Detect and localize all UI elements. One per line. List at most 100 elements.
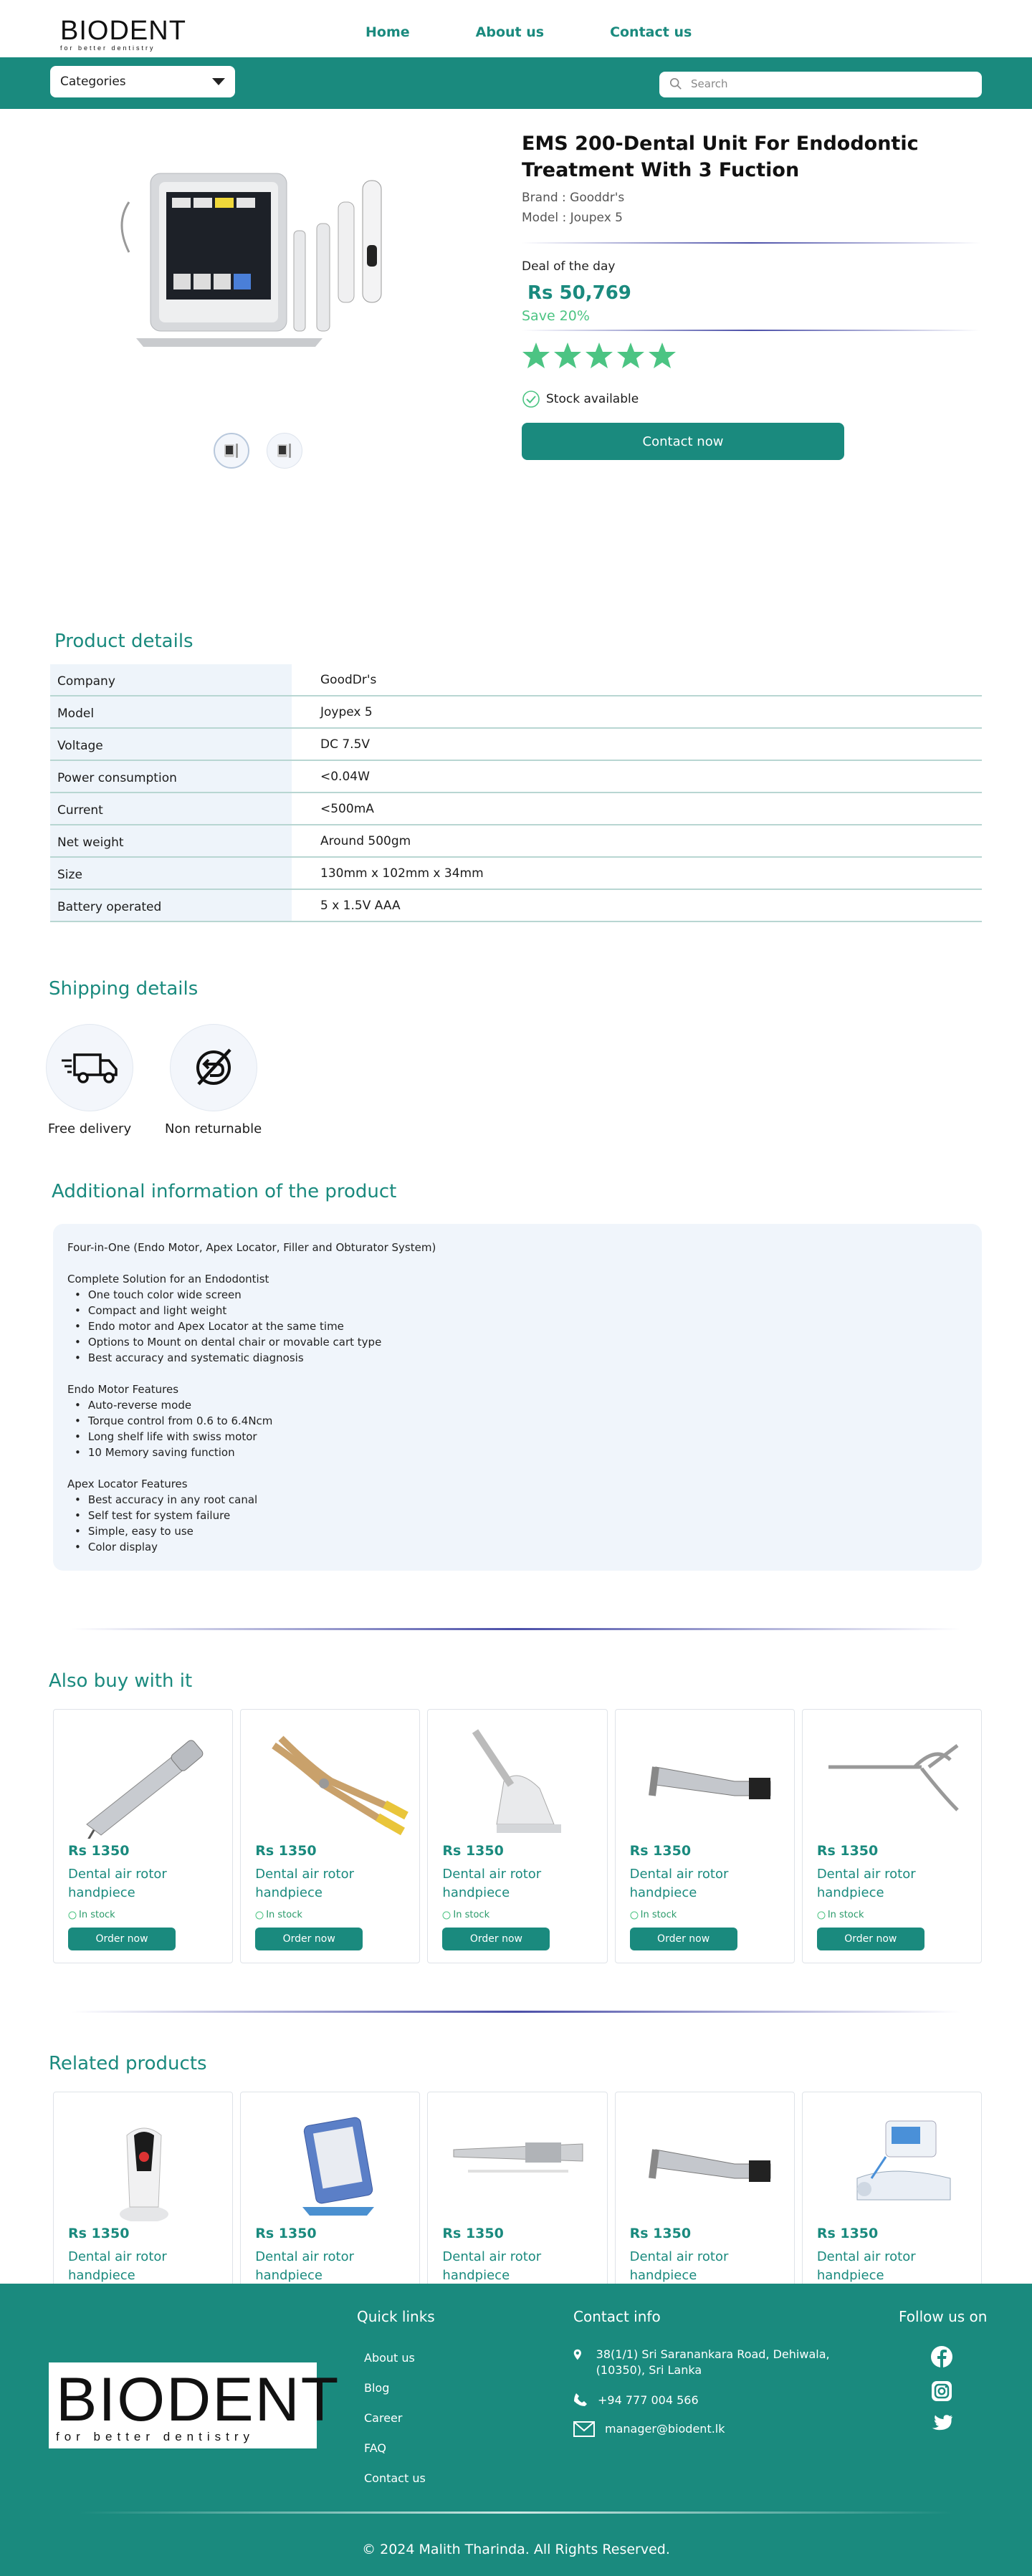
feature-item: One touch color wide screen [75, 1287, 968, 1303]
nav-home[interactable]: Home [366, 24, 410, 40]
order-now-button[interactable]: Order now [442, 1928, 550, 1950]
card-price: Rs 1350 [442, 1843, 504, 1859]
curing-light-icon[interactable] [439, 1717, 597, 1839]
product-card[interactable]: Rs 1350 Dental air rotor handpiece In stoc… [427, 1709, 608, 1963]
phone-icon [574, 2393, 587, 2406]
feature-item: Self test for system failure [75, 1508, 968, 1523]
section-divider [72, 2011, 960, 2013]
details-row: Model Joypex 5 [50, 696, 982, 729]
product-card[interactable]: Rs 1350 Dental air rotor handpiece In stoc… [801, 1709, 983, 1963]
star-icon [522, 343, 550, 368]
card-price: Rs 1350 [255, 2226, 317, 2241]
product-model: Model : Joupex 5 [522, 211, 623, 225]
category-select[interactable]: Categories [50, 66, 235, 97]
additional-info-panel: Four-in-One (Endo Motor, Apex Locator, F… [53, 1224, 982, 1571]
footer-link-contact[interactable]: Contact us [364, 2471, 426, 2485]
facebook-icon[interactable] [930, 2345, 953, 2368]
feature-group: Endo Motor FeaturesAuto-reverse modeTorq… [67, 1382, 968, 1460]
search-input[interactable]: Search [659, 72, 982, 97]
caret-down-icon [212, 78, 225, 85]
card-name[interactable]: Dental air rotor handpiece [817, 1865, 960, 1902]
details-key: Voltage [50, 729, 292, 760]
related-title: Related products [49, 2053, 207, 2074]
contra-angle-icon[interactable] [627, 2099, 785, 2221]
star-icon [554, 343, 581, 368]
card-name[interactable]: Dental air rotor handpiece [630, 1865, 773, 1902]
truck-icon [62, 1053, 118, 1083]
card-name[interactable]: Dental air rotor handpiece [68, 1865, 211, 1902]
card-name[interactable]: Dental air rotor handpiece [68, 2248, 211, 2285]
details-value: <500mA [320, 801, 374, 816]
details-value: GoodDr's [320, 672, 377, 687]
footer-link-faq[interactable]: FAQ [364, 2441, 386, 2455]
feature-group-heading: Apex Locator Features [67, 1478, 188, 1490]
instagram-icon[interactable] [930, 2380, 953, 2403]
feature-item: Endo motor and Apex Locator at the same … [75, 1318, 968, 1334]
feature-group: Apex Locator Features Best accuracy in an… [67, 1476, 968, 1555]
details-row: Current <500mA [50, 793, 982, 825]
product-card[interactable]: Rs 1350 Dental air rotor handpiece In stoc… [614, 1709, 795, 1963]
mail-icon [573, 2421, 595, 2437]
star-icon [586, 343, 613, 368]
card-name[interactable]: Dental air rotor handpiece [442, 2248, 586, 2285]
shipping-label: Free delivery [47, 1121, 132, 1136]
footer-link-career[interactable]: Career [364, 2411, 402, 2425]
order-now-button[interactable]: Order now [68, 1928, 176, 1950]
details-key: Size [50, 858, 292, 889]
order-now-button[interactable]: Order now [816, 1928, 924, 1950]
card-name[interactable]: Dental air rotor handpiece [255, 1865, 398, 1902]
nav-about[interactable]: About us [476, 24, 544, 40]
apex-locator-icon[interactable] [252, 2099, 410, 2221]
location-pin-icon [573, 2349, 581, 2360]
stock-dot-icon [442, 1911, 451, 1919]
order-now-button[interactable]: Order now [629, 1928, 737, 1950]
shipping-options: Free delivery Non returnable [46, 1024, 1032, 1136]
straight-handpiece-icon[interactable] [439, 2099, 597, 2221]
feature-item: 10 Memory saving function [75, 1445, 968, 1460]
product-card[interactable]: Rs 1350 Dental air rotor handpiece In stoc… [240, 1709, 421, 1963]
order-now-button[interactable]: Order now [255, 1928, 363, 1950]
footer-email[interactable]: manager@biodent.lk [573, 2421, 846, 2437]
main-nav: Home About us Contact us [366, 24, 692, 40]
follow-us-title: Follow us on [899, 2308, 988, 2325]
also-buy-cards: Rs 1350 Dental air rotor handpiece In stoc… [53, 1709, 983, 1963]
details-row: Power consumption <0.04W [50, 761, 982, 793]
product-main-image[interactable] [108, 159, 444, 374]
card-name[interactable]: Dental air rotor handpiece [630, 2248, 773, 2285]
card-stock-label: In stock [827, 1910, 864, 1920]
card-name[interactable]: Dental air rotor handpiece [442, 1865, 586, 1902]
footer-logo[interactable]: BIODENT for better dentistry [49, 2362, 338, 2448]
card-name[interactable]: Dental air rotor handpiece [255, 2248, 398, 2285]
details-table: Company GoodDr's Model Joypex 5 Voltage DC 7.… [50, 664, 982, 922]
footer-address: 38(1/1) Sri Saranankara Road, Dehiwala, … [573, 2347, 846, 2378]
scaler-unit-icon[interactable] [814, 2099, 972, 2221]
card-price: Rs 1350 [68, 2226, 130, 2241]
details-value: <0.04W [320, 769, 370, 784]
twitter-icon[interactable] [930, 2414, 953, 2434]
details-key: Current [50, 793, 292, 824]
rongeur-icon[interactable] [814, 1717, 972, 1839]
brand-logo[interactable]: BIODENT for better dentistry [60, 17, 186, 52]
card-price: Rs 1350 [255, 1843, 317, 1859]
product-card[interactable]: Rs 1350 Dental air rotor handpiece In stoc… [53, 1709, 234, 1963]
top-header: BIODENT for better dentistry Home About … [0, 0, 1032, 57]
section-divider [72, 1628, 960, 1630]
product-title: EMS 200-Dental Unit For Endodontic Treat… [522, 133, 919, 181]
details-row: Company GoodDr's [50, 664, 982, 696]
footer-link-blog[interactable]: Blog [364, 2381, 389, 2395]
feature-item: Torque control from 0.6 to 6.4Ncm [75, 1413, 968, 1429]
footer-phone[interactable]: +94 777 004 566 [573, 2393, 846, 2408]
scanner-icon[interactable] [65, 2099, 223, 2221]
divider [522, 242, 980, 244]
contra-angle-icon[interactable] [627, 1717, 785, 1839]
handpiece-icon[interactable] [65, 1717, 223, 1839]
forceps-icon[interactable] [252, 1717, 410, 1839]
nav-contact[interactable]: Contact us [610, 24, 692, 40]
feature-item: Options to Mount on dental chair or mova… [75, 1334, 968, 1350]
search-icon [669, 77, 682, 90]
copyright: © 2024 Malith Tharinda. All Rights Reser… [362, 2542, 670, 2557]
details-key: Battery operated [50, 890, 292, 921]
card-name[interactable]: Dental air rotor handpiece [817, 2248, 960, 2285]
card-stock: In stock [817, 1910, 864, 1920]
footer-link-about[interactable]: About us [364, 2351, 415, 2365]
